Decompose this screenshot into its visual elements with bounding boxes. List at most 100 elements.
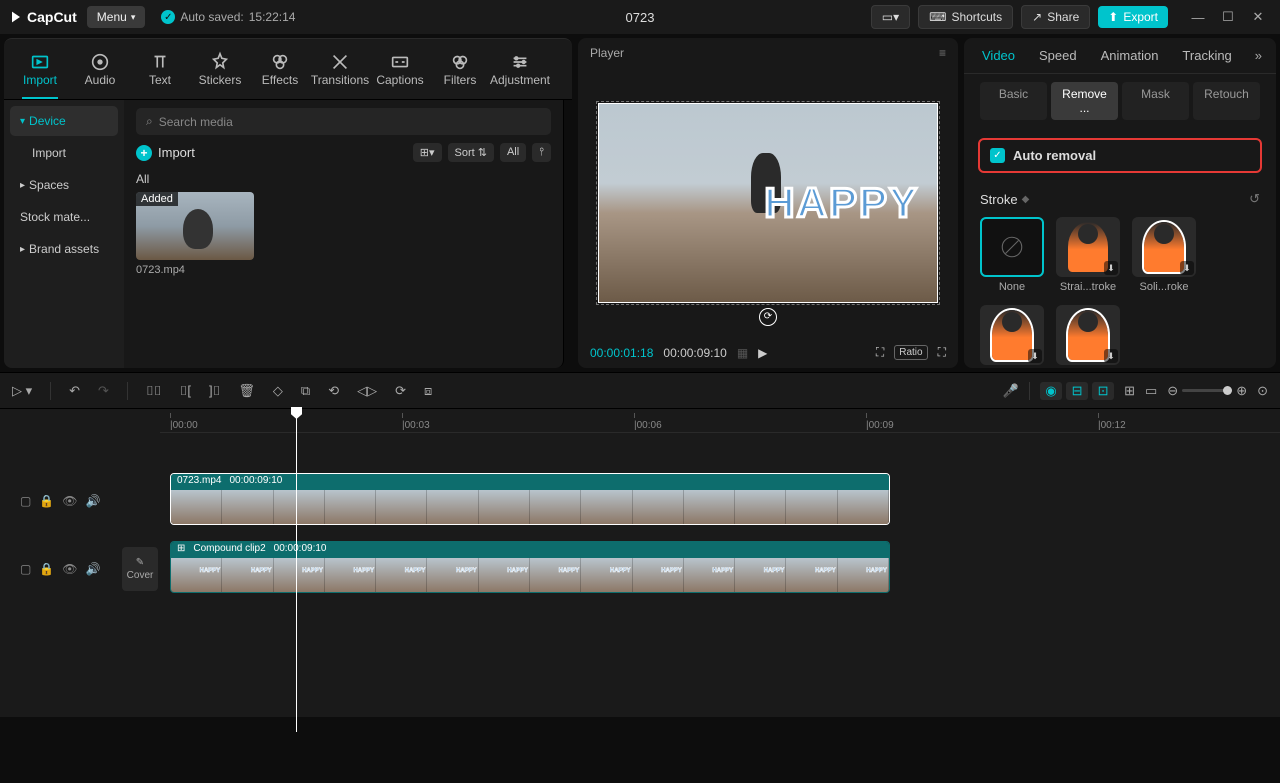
- track-eye-icon[interactable]: 👁: [62, 494, 77, 508]
- stroke-keyframe-icon[interactable]: ◆: [1022, 194, 1030, 205]
- rotate-handle[interactable]: ⟳: [759, 308, 777, 326]
- added-badge: Added: [136, 192, 178, 206]
- filter-options-button[interactable]: ⫯: [532, 143, 551, 162]
- track-mute-icon[interactable]: 🔊: [86, 562, 101, 576]
- tab-audio[interactable]: Audio: [70, 39, 130, 99]
- tl-split[interactable]: ⌷⌷: [146, 383, 162, 399]
- tl-zoom-out[interactable]: ⊖: [1167, 383, 1178, 399]
- sidebar-spaces[interactable]: ▸Spaces: [10, 170, 118, 200]
- playhead[interactable]: [296, 409, 297, 732]
- download-icon: ⬇: [1028, 349, 1042, 363]
- stroke-offset[interactable]: ⬇: [980, 305, 1044, 365]
- media-thumb-name: 0723.mp4: [136, 264, 254, 276]
- tl-mirror[interactable]: ◁▷: [357, 383, 377, 399]
- tab-text[interactable]: Text: [130, 39, 190, 99]
- prop-tab-tracking[interactable]: Tracking: [1170, 38, 1243, 73]
- subtab-remove[interactable]: Remove ...: [1051, 82, 1118, 120]
- tl-reverse[interactable]: ⟲: [328, 383, 339, 399]
- subtab-mask[interactable]: Mask: [1122, 82, 1189, 120]
- export-button[interactable]: ⬆ Export: [1098, 6, 1168, 28]
- view-grid-button[interactable]: ⊞▾: [413, 143, 442, 162]
- sidebar-brand[interactable]: ▸Brand assets: [10, 234, 118, 264]
- auto-removal-option[interactable]: ✓ Auto removal: [978, 138, 1262, 173]
- tl-snap-2[interactable]: ⊟: [1066, 382, 1088, 400]
- sidebar-import[interactable]: Import: [10, 138, 118, 168]
- minimize-button[interactable]: —: [1184, 5, 1212, 29]
- tab-import[interactable]: Import: [10, 39, 70, 99]
- sidebar-device[interactable]: ▾Device: [10, 106, 118, 136]
- import-button[interactable]: +Import: [136, 145, 195, 161]
- menu-button[interactable]: Menu▾: [87, 6, 146, 28]
- subtab-retouch[interactable]: Retouch: [1193, 82, 1260, 120]
- stroke-dotted[interactable]: ⬇: [1056, 305, 1120, 365]
- video-preview[interactable]: HAPPY ⟳: [598, 103, 938, 303]
- tab-captions[interactable]: Captions: [370, 39, 430, 99]
- track-mute-icon[interactable]: 🔊: [86, 494, 101, 508]
- cover-button[interactable]: ✎Cover: [122, 547, 158, 591]
- grid-view-icon[interactable]: ▦: [737, 346, 748, 360]
- stroke-reset-icon[interactable]: ↺: [1249, 191, 1260, 207]
- tl-redo[interactable]: ↷: [98, 383, 109, 399]
- media-thumb[interactable]: Added 0723.mp4: [136, 192, 254, 276]
- prop-tab-speed[interactable]: Speed: [1027, 38, 1089, 73]
- track-toggle[interactable]: ▢: [20, 562, 31, 576]
- auto-removal-checkbox[interactable]: ✓: [990, 148, 1005, 163]
- close-button[interactable]: ✕: [1244, 5, 1272, 29]
- track-lock-icon[interactable]: 🔒: [39, 562, 54, 576]
- tl-undo[interactable]: ↶: [69, 383, 80, 399]
- tl-zoom-fit[interactable]: ⊙: [1257, 383, 1268, 399]
- fullscreen-icon[interactable]: ⛶: [938, 345, 946, 360]
- stroke-straight[interactable]: ⬇: [1056, 217, 1120, 277]
- tl-select-tool[interactable]: ▷ ▾: [12, 383, 32, 399]
- tl-crop[interactable]: ⧈: [424, 383, 432, 399]
- tab-effects[interactable]: Effects: [250, 39, 310, 99]
- tl-snap-1[interactable]: ◉: [1040, 382, 1062, 400]
- track-lock-icon[interactable]: 🔒: [39, 494, 54, 508]
- player-menu-icon[interactable]: ≡: [939, 46, 946, 60]
- stroke-none[interactable]: [980, 217, 1044, 277]
- sort-button[interactable]: Sort ⇅: [448, 143, 494, 162]
- tl-align[interactable]: ⊞: [1124, 383, 1135, 399]
- prop-tab-animation[interactable]: Animation: [1089, 38, 1171, 73]
- project-name[interactable]: 0723: [626, 10, 655, 25]
- track-toggle[interactable]: ▢: [20, 494, 31, 508]
- timeline: ▷ ▾ ↶ ↷ ⌷⌷ ⌷[ ]⌷ 🗑 ◇ ⧉ ⟲ ◁▷ ⟳ ⧈ 🎤 ◉ ⊟ ⊡ …: [0, 372, 1280, 717]
- tl-zoom-slider[interactable]: [1182, 389, 1232, 392]
- tl-trim-right[interactable]: ]⌷: [209, 383, 220, 399]
- sidebar-stock[interactable]: Stock mate...: [10, 202, 118, 232]
- stroke-title: Stroke: [980, 192, 1018, 207]
- titlebar: CapCut Menu▾ ✓ Auto saved: 15:22:14 0723…: [0, 0, 1280, 34]
- prop-tab-video[interactable]: Video: [970, 38, 1027, 73]
- tl-tracks[interactable]: ▭: [1145, 383, 1157, 399]
- tl-delete[interactable]: 🗑: [238, 383, 255, 399]
- tab-transitions[interactable]: Transitions: [310, 39, 370, 99]
- subtab-basic[interactable]: Basic: [980, 82, 1047, 120]
- timeline-ruler[interactable]: |00:00 |00:03 |00:06 |00:09 |00:12: [160, 409, 1280, 433]
- clip-video[interactable]: 0723.mp400:00:09:10: [170, 473, 890, 525]
- play-button[interactable]: ▶: [758, 346, 767, 360]
- tl-snap-3[interactable]: ⊡: [1092, 382, 1114, 400]
- layout-button[interactable]: ▭▾: [871, 5, 910, 29]
- tl-mic[interactable]: 🎤: [1003, 383, 1019, 399]
- search-input[interactable]: ⌕ Search media: [136, 108, 551, 135]
- track-eye-icon[interactable]: 👁: [62, 562, 77, 576]
- filter-all-button[interactable]: All: [500, 143, 526, 162]
- scan-icon[interactable]: ⛶: [876, 345, 884, 360]
- shortcuts-button[interactable]: ⌨ Shortcuts: [918, 5, 1013, 29]
- ratio-button[interactable]: Ratio: [894, 345, 927, 360]
- tl-zoom-in[interactable]: ⊕: [1236, 383, 1247, 399]
- tl-copy[interactable]: ⧉: [301, 383, 310, 399]
- clip-compound[interactable]: ⊞Compound clip200:00:09:10: [170, 541, 890, 593]
- tab-adjustment[interactable]: Adjustment: [490, 39, 550, 99]
- time-total: 00:00:09:10: [663, 346, 726, 360]
- maximize-button[interactable]: ☐: [1214, 5, 1242, 29]
- tab-filters[interactable]: Filters: [430, 39, 490, 99]
- tl-marker[interactable]: ◇: [273, 383, 283, 399]
- prop-tab-more[interactable]: »: [1247, 38, 1270, 73]
- tab-stickers[interactable]: Stickers: [190, 39, 250, 99]
- tl-rotate[interactable]: ⟳: [395, 383, 406, 399]
- share-button[interactable]: ↗ Share: [1021, 5, 1090, 29]
- stroke-solid[interactable]: ⬇: [1132, 217, 1196, 277]
- autosave-status: ✓ Auto saved: 15:22:14: [161, 10, 295, 24]
- tl-trim-left[interactable]: ⌷[: [180, 383, 191, 399]
